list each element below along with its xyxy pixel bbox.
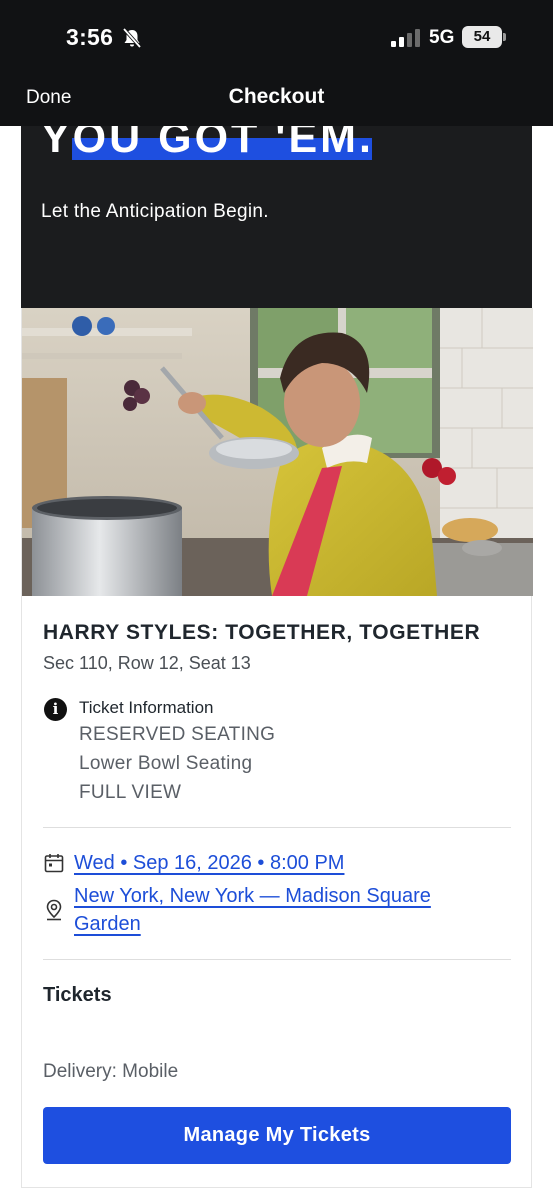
delivery-method: Delivery: Mobile: [43, 1061, 179, 1082]
status-time: 3:56: [66, 24, 114, 50]
bell-slash-icon: [122, 27, 142, 49]
battery-level: 54: [473, 28, 491, 45]
top-bar: 3:56 5G 54 Done Checkout: [0, 0, 553, 126]
event-photo: [22, 308, 533, 596]
ticket-info-label: Ticket Information: [79, 698, 214, 717]
divider: [43, 827, 511, 828]
info-icon: i: [44, 698, 67, 721]
ticket-info-line: FULL VIEW: [79, 782, 182, 803]
tickets-heading: Tickets: [43, 984, 112, 1006]
network-type: 5G: [429, 27, 455, 48]
seat-details: Sec 110, Row 12, Seat 13: [43, 653, 251, 673]
page-title: Checkout: [228, 85, 325, 108]
manage-my-tickets-button[interactable]: Manage My Tickets: [43, 1107, 511, 1164]
signal-icon: [391, 29, 420, 47]
event-date-link[interactable]: Wed • Sep 16, 2026 • 8:00 PM: [74, 849, 344, 877]
ticket-info-line: Lower Bowl Seating: [79, 753, 253, 774]
ticket-card: HARRY STYLES: TOGETHER, TOGETHER Sec 110…: [21, 308, 533, 1188]
battery-icon: 54: [462, 26, 506, 48]
location-pin-icon: [46, 899, 62, 921]
venue-link[interactable]: New York, New York — Madison Square Gard…: [74, 882, 494, 938]
confirmation-subtitle: Let the Anticipation Begin.: [41, 201, 269, 222]
calendar-icon: [44, 854, 64, 873]
event-title: HARRY STYLES: TOGETHER, TOGETHER: [43, 621, 481, 644]
confirmation-headline: YOU GOT 'EM.: [41, 126, 374, 162]
divider: [43, 959, 511, 960]
ticket-info-line: RESERVED SEATING: [79, 724, 276, 745]
confirmation-banner: YOU GOT 'EM. Let the Anticipation Begin.: [21, 126, 532, 308]
